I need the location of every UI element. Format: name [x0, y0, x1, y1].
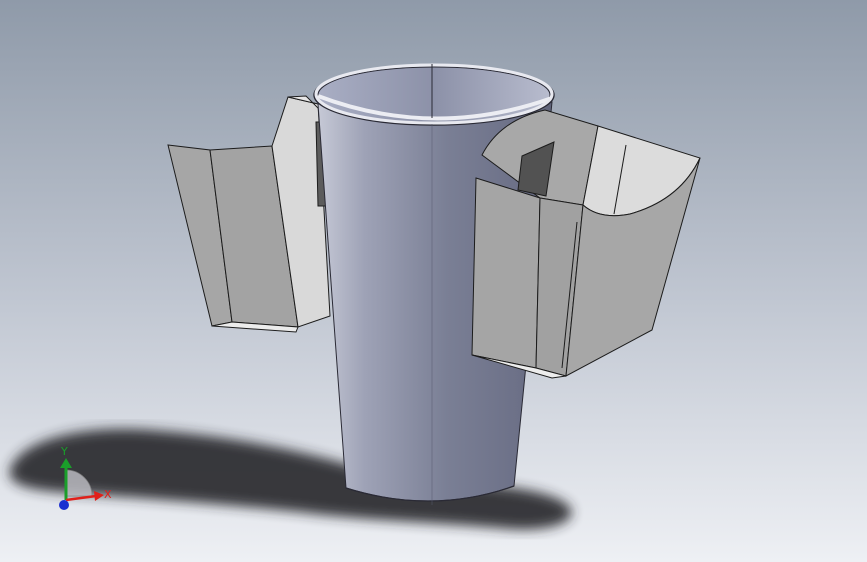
graphics-viewport[interactable]: Y X — [0, 0, 867, 562]
triad-z-axis — [59, 500, 69, 510]
triad-x-label: X — [104, 488, 112, 501]
triad-y-label: Y — [60, 445, 68, 458]
model-scene[interactable]: Y X — [0, 0, 867, 562]
